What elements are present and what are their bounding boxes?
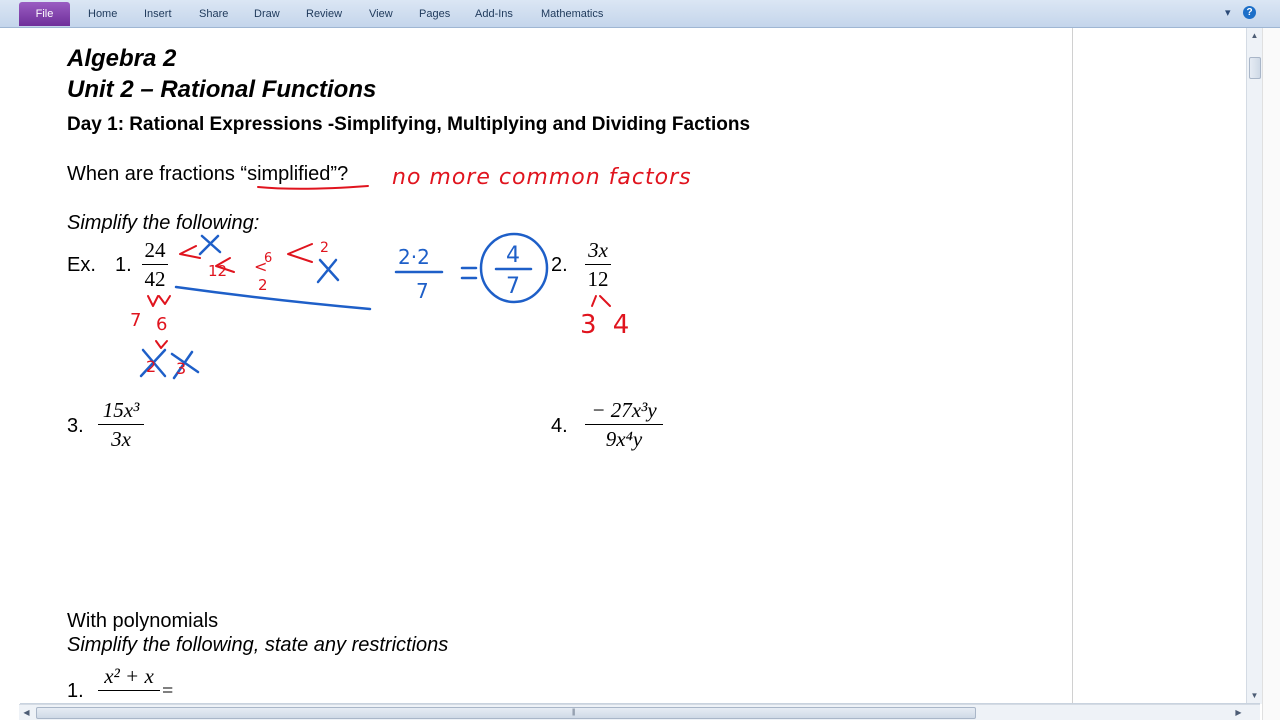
result-numerator-ink: 2·2 (398, 245, 430, 269)
scroll-left-icon[interactable]: ◀ (19, 705, 34, 720)
result-denominator-ink: 7 (416, 279, 429, 303)
help-icon[interactable]: ? (1243, 6, 1256, 19)
horizontal-scroll-thumb[interactable] (36, 707, 976, 719)
factor-branch-12 (591, 295, 611, 307)
factors-right-ink: 3 4 (580, 310, 633, 340)
ink-symbol: < (254, 257, 267, 276)
ink-digit: 2 (146, 357, 156, 376)
factor-tree-24 (147, 243, 313, 349)
ink-digit: 2 (258, 276, 268, 294)
grip-icon: ||| (572, 709, 576, 716)
boxed-denominator-ink: 7 (506, 274, 520, 299)
underline-mark (257, 185, 369, 190)
ink-layer: no more common factors 12 6 2 2 < 7 6 2 … (130, 165, 692, 380)
scroll-up-icon[interactable]: ▲ (1247, 28, 1262, 43)
ink-digit: 2 (320, 240, 329, 256)
chevron-down-icon[interactable]: ▾ (1225, 6, 1231, 20)
vertical-scrollbar[interactable]: ▲ ▼ (1246, 28, 1262, 704)
ink-digit: 12 (208, 262, 227, 280)
cross-out-marks (139, 234, 340, 380)
work-line (174, 285, 372, 311)
answer-ink-text: no more common factors (392, 165, 692, 190)
vertical-scroll-thumb[interactable] (1249, 57, 1261, 79)
ink-digit: 7 (130, 310, 141, 331)
page-list-strip (1262, 28, 1280, 720)
scroll-down-icon[interactable]: ▼ (1247, 688, 1262, 703)
boxed-numerator-ink: 4 (506, 243, 520, 268)
horizontal-scrollbar[interactable]: ◀ ||| ▶ (19, 704, 1260, 720)
scroll-right-icon[interactable]: ▶ (1231, 705, 1246, 720)
side-margin (1073, 28, 1245, 704)
ink-digit: 3 (176, 359, 186, 378)
ink-digit: 6 (156, 314, 167, 335)
